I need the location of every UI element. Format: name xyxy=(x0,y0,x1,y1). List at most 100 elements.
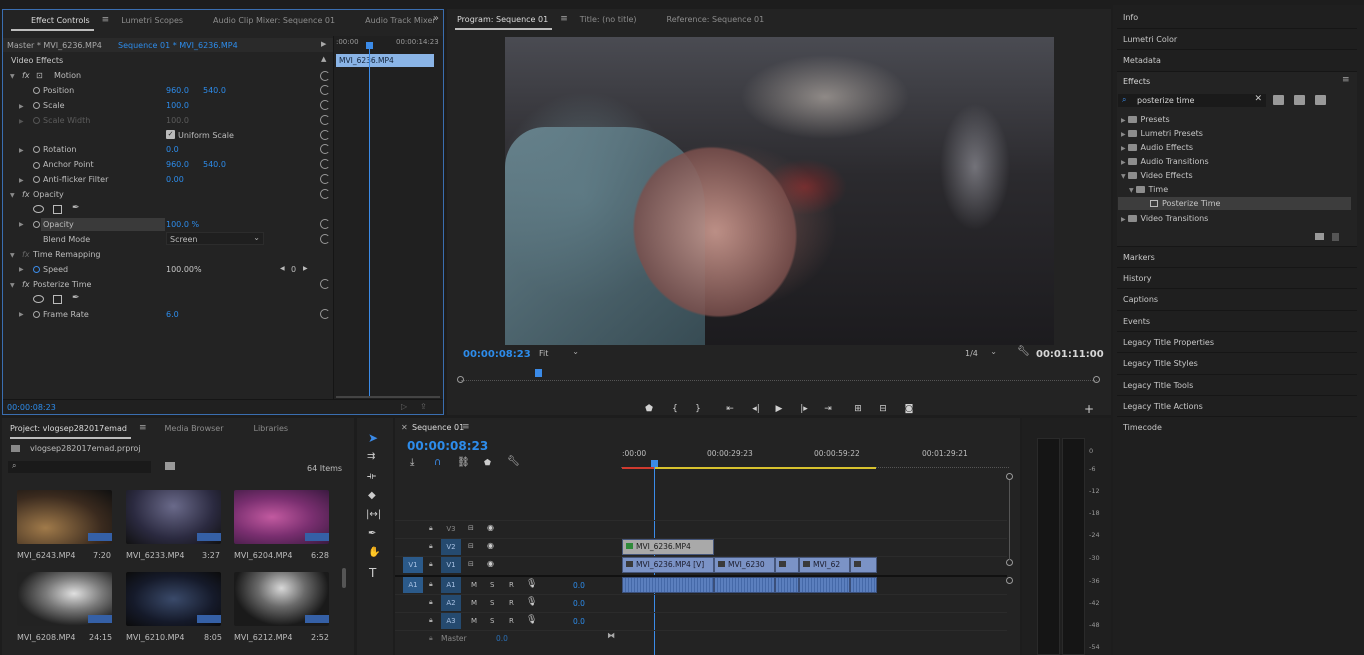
mute-a1-button[interactable]: M xyxy=(471,581,477,589)
ellipse-mask-icon[interactable] xyxy=(33,205,44,213)
anchor-y-value[interactable]: 540.0 xyxy=(203,160,226,169)
a1-clip[interactable] xyxy=(799,577,850,593)
timeline-zoom-handle[interactable] xyxy=(1006,559,1013,566)
anchor-x-value[interactable]: 960.0 xyxy=(166,160,189,169)
lift-icon[interactable]: ⊞ xyxy=(852,403,864,415)
tab-program[interactable]: Program: Sequence 01 xyxy=(447,15,560,30)
posterize-expand-icon[interactable]: ▼ xyxy=(10,282,15,289)
tree-audio-transitions[interactable]: ▶ Audio Transitions xyxy=(1121,157,1209,166)
work-area-bar-yellow[interactable] xyxy=(654,467,876,469)
a1-volume[interactable]: 0.0 xyxy=(573,581,585,590)
lock-icon[interactable]: 🔒︎ xyxy=(429,580,433,589)
legacy-title-styles-header[interactable]: Legacy Title Styles xyxy=(1117,352,1357,373)
legacy-title-tools-header[interactable]: Legacy Title Tools xyxy=(1117,374,1357,395)
reset-anchor-icon[interactable] xyxy=(320,159,330,169)
step-back-icon[interactable]: ◂| xyxy=(750,403,762,415)
next-keyframe-icon[interactable]: ▶ xyxy=(303,265,308,272)
mark-out-icon[interactable]: } xyxy=(692,403,704,415)
stopwatch-icon[interactable] xyxy=(33,87,40,94)
play-only-icon[interactable]: ▶ xyxy=(321,40,326,48)
add-marker-icon[interactable]: ⬟ xyxy=(643,403,655,415)
track-a3-label[interactable]: A3 xyxy=(441,613,461,629)
ripple-edit-tool-icon[interactable]: ⟛ xyxy=(367,471,376,482)
speed-expand-icon[interactable]: ▶ xyxy=(19,266,24,273)
stopwatch-icon[interactable] xyxy=(33,176,40,183)
reset-frame-rate-icon[interactable] xyxy=(320,309,330,319)
scale-expand-icon[interactable]: ▶ xyxy=(19,103,24,110)
record-a1-button[interactable]: R xyxy=(509,581,514,589)
mute-a3-button[interactable]: M xyxy=(471,617,477,625)
track-v2-label[interactable]: V2 xyxy=(441,539,461,555)
close-icon[interactable]: ✕ xyxy=(401,423,408,432)
prev-keyframe-icon[interactable]: ◀ xyxy=(280,265,285,272)
menu-icon[interactable]: ≡ xyxy=(139,423,147,433)
source-a1-patch[interactable]: A1 xyxy=(403,577,423,593)
tab-effect-controls[interactable]: Effect Controls xyxy=(3,16,102,31)
keyframe-value[interactable]: 0 xyxy=(291,265,296,274)
effects-search-field[interactable]: ⌕ posterize time ✕ xyxy=(1118,94,1266,107)
sequence-clip-label[interactable]: Sequence 01 * MVI_6236.MP4 xyxy=(118,41,238,50)
reset-motion-icon[interactable] xyxy=(320,71,330,81)
speed-value[interactable]: 100.00% xyxy=(166,265,202,274)
reset-opacity-section-icon[interactable] xyxy=(320,189,330,199)
events-panel-header[interactable]: Events xyxy=(1117,310,1357,331)
a1-clip[interactable] xyxy=(622,577,714,593)
type-tool-icon[interactable]: T xyxy=(369,566,376,580)
source-v1-patch[interactable]: V1 xyxy=(403,557,423,573)
v1-clip[interactable] xyxy=(850,557,877,573)
lock-icon[interactable]: 🔒︎ xyxy=(429,524,433,533)
record-a2-button[interactable]: R xyxy=(509,599,514,607)
toggle-sync-icon[interactable]: ⊟ xyxy=(468,560,474,568)
accelerated-effects-icon[interactable] xyxy=(1273,95,1284,105)
pen-mask-icon[interactable]: ✒ xyxy=(72,293,80,303)
32bit-effects-icon[interactable] xyxy=(1294,95,1305,105)
solo-a3-button[interactable]: S xyxy=(490,617,494,625)
frame-rate-value[interactable]: 6.0 xyxy=(166,310,179,319)
solo-a1-button[interactable]: S xyxy=(490,581,494,589)
menu-icon[interactable]: ≡ xyxy=(1342,75,1350,85)
v2-clip[interactable]: MVI_6236.MP4 xyxy=(622,539,714,555)
project-scrollbar[interactable] xyxy=(342,568,346,588)
mark-in-icon[interactable]: { xyxy=(669,403,681,415)
delete-icon[interactable] xyxy=(1332,233,1339,241)
menu-icon[interactable]: ≡ xyxy=(462,422,470,432)
scale-value[interactable]: 100.0 xyxy=(166,101,189,110)
a3-volume[interactable]: 0.0 xyxy=(573,617,585,626)
tree-video-effects[interactable]: ▼ Video Effects xyxy=(1121,171,1193,180)
menu-icon[interactable]: ≡ xyxy=(560,14,568,24)
tab-project[interactable]: Project: vlogsep282017emad xyxy=(2,424,139,439)
track-select-tool-icon[interactable]: ⇉ xyxy=(367,451,375,462)
legacy-title-properties-header[interactable]: Legacy Title Properties xyxy=(1117,331,1357,352)
ellipse-mask-icon[interactable] xyxy=(33,295,44,303)
antiflicker-expand-icon[interactable]: ▶ xyxy=(19,177,24,184)
reset-position-icon[interactable] xyxy=(320,85,330,95)
lock-icon[interactable]: 🔒︎ xyxy=(429,560,433,569)
add-marker-icon[interactable]: ⬟ xyxy=(484,458,491,467)
toggle-sync-icon[interactable]: ⊟ xyxy=(468,524,474,532)
program-playhead[interactable] xyxy=(535,369,542,377)
tab-audio-clip-mixer[interactable]: Audio Clip Mixer: Sequence 01 xyxy=(195,16,347,25)
eye-icon[interactable]: ◉ xyxy=(487,559,494,568)
track-a2-label[interactable]: A2 xyxy=(441,595,461,611)
rotation-value[interactable]: 0.0 xyxy=(166,145,179,154)
tab-title[interactable]: Title: (no title) xyxy=(568,15,649,24)
reset-scale-icon[interactable] xyxy=(320,100,330,110)
play-icon[interactable]: ▶ xyxy=(773,403,785,415)
lock-icon[interactable]: 🔒︎ xyxy=(429,598,433,607)
razor-tool-icon[interactable]: ◆ xyxy=(368,490,376,501)
timeline-zoom-handle[interactable] xyxy=(1006,473,1013,480)
v1-clip[interactable] xyxy=(775,557,799,573)
project-search-input[interactable]: ⌕ xyxy=(8,461,151,473)
opacity-expand-icon[interactable]: ▼ xyxy=(10,192,15,199)
a1-clip[interactable] xyxy=(714,577,775,593)
timeline-vertical-scrollbar[interactable] xyxy=(1009,480,1010,560)
overflow-chevron-icon[interactable]: » xyxy=(433,13,439,24)
legacy-title-actions-header[interactable]: Legacy Title Actions xyxy=(1117,395,1357,416)
reset-scale-width-icon[interactable] xyxy=(320,115,330,125)
voiceover-mic-icon[interactable]: 🎙︎ xyxy=(526,579,537,589)
tree-posterize-time[interactable]: Posterize Time xyxy=(1150,199,1220,208)
reset-uniform-icon[interactable] xyxy=(320,130,330,140)
mini-playhead[interactable] xyxy=(369,42,370,397)
stopwatch-active-icon[interactable] xyxy=(33,266,40,273)
timecode-panel-header[interactable]: Timecode xyxy=(1117,416,1357,437)
